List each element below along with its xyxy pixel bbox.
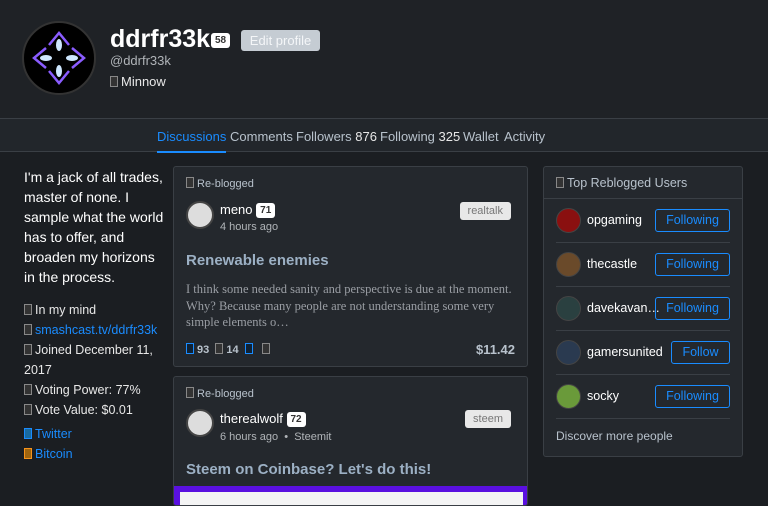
reblog-action-icon[interactable] — [244, 343, 253, 354]
post-card[interactable]: Re-blogged meno 71 4 hours ago realtalk … — [173, 166, 528, 367]
post-author[interactable]: therealwolf 72 — [220, 411, 306, 428]
post-time: 6 hours ago • Steemit — [220, 431, 332, 443]
tab-activity[interactable]: Activity — [504, 129, 545, 144]
author-avatar[interactable] — [186, 409, 214, 437]
reblog-label: Re-blogged — [186, 177, 254, 190]
post-excerpt[interactable]: I think some needed sanity and perspecti… — [186, 281, 516, 331]
user-row: opgaming Following — [556, 199, 730, 243]
rank-icon — [110, 76, 118, 87]
discover-more-link[interactable]: Discover more people — [556, 429, 673, 443]
user-row: gamersunited Follow — [556, 331, 730, 375]
bitcoin-link[interactable]: Bitcoin — [24, 444, 73, 464]
post-tag[interactable]: steem — [465, 410, 511, 428]
rank: Minnow — [110, 74, 166, 89]
panel-title: Top Reblogged Users — [544, 167, 742, 199]
voting-power-icon — [24, 384, 32, 395]
twitter-link[interactable]: Twitter — [24, 424, 73, 444]
post-time[interactable]: 4 hours ago — [220, 221, 278, 233]
more-icon[interactable] — [261, 343, 270, 354]
post-title[interactable]: Renewable enemies — [186, 252, 329, 269]
user-avatar[interactable] — [556, 384, 581, 409]
tab-wallet[interactable]: Wallet — [463, 129, 499, 144]
post-author[interactable]: meno 71 — [220, 202, 276, 219]
profile-handle: @ddrfr33k — [110, 53, 171, 68]
calendar-icon — [24, 344, 32, 355]
reblog-label: Re-blogged — [186, 387, 254, 400]
vote-value-icon — [24, 404, 32, 415]
user-row: davekavan… Following — [556, 287, 730, 331]
social-links: Twitter Bitcoin — [24, 424, 73, 464]
reblog-icon — [186, 387, 194, 398]
post-payout: $11.42 — [475, 342, 515, 357]
tab-comments[interactable]: Comments — [230, 129, 293, 144]
user-row: thecastle Following — [556, 243, 730, 287]
user-avatar[interactable] — [556, 296, 581, 321]
post-card[interactable]: Re-blogged therealwolf 72 6 hours ago • … — [173, 376, 528, 506]
profile-name: ddrfr33k — [110, 25, 211, 53]
tab-discussions[interactable]: Discussions — [157, 129, 227, 153]
tab-following[interactable]: Following 325 — [380, 129, 460, 144]
author-reputation: 71 — [256, 203, 276, 219]
arrows-logo-icon — [32, 31, 86, 85]
twitter-icon — [24, 428, 32, 439]
link-icon — [24, 324, 32, 335]
author-reputation: 72 — [286, 412, 306, 428]
user-row: socky Following — [556, 375, 730, 419]
author-avatar[interactable] — [186, 201, 214, 229]
following-button[interactable]: Following — [655, 253, 730, 276]
profile-tabs: Discussions Comments Followers 876 Follo… — [0, 118, 768, 153]
top-reblogged-users-panel: Top Reblogged Users opgaming Following th… — [543, 166, 743, 457]
post-footer: 93 14 — [186, 343, 273, 356]
profile-avatar — [22, 21, 96, 95]
profile-header: ddrfr33k 58 Edit profile @ddrfr33k Minno… — [0, 0, 768, 118]
tab-followers[interactable]: Followers 876 — [296, 129, 377, 144]
user-avatar[interactable] — [556, 340, 581, 365]
post-tag[interactable]: realtalk — [459, 202, 511, 220]
reputation-badge: 58 — [211, 33, 231, 48]
follow-button[interactable]: Follow — [671, 341, 730, 364]
location-icon — [24, 304, 32, 315]
user-avatar[interactable] — [556, 252, 581, 277]
following-button[interactable]: Following — [655, 385, 730, 408]
post-image[interactable] — [174, 486, 527, 505]
user-avatar[interactable] — [556, 208, 581, 233]
comment-icon[interactable] — [215, 343, 224, 354]
bitcoin-icon — [24, 448, 32, 459]
reblog-icon — [186, 177, 194, 188]
profile-bio: I'm a jack of all trades, master of none… — [24, 169, 164, 285]
post-title[interactable]: Steem on Coinbase? Let's do this! — [186, 461, 431, 478]
website-link[interactable]: smashcast.tv/ddrfr33k — [35, 323, 157, 337]
following-button[interactable]: Following — [655, 209, 730, 232]
users-icon — [556, 177, 564, 188]
edit-profile-button[interactable]: Edit profile — [241, 30, 320, 51]
profile-meta: In my mind smashcast.tv/ddrfr33k Joined … — [24, 303, 158, 417]
following-button[interactable]: Following — [655, 297, 730, 320]
upvote-icon[interactable] — [186, 343, 194, 354]
